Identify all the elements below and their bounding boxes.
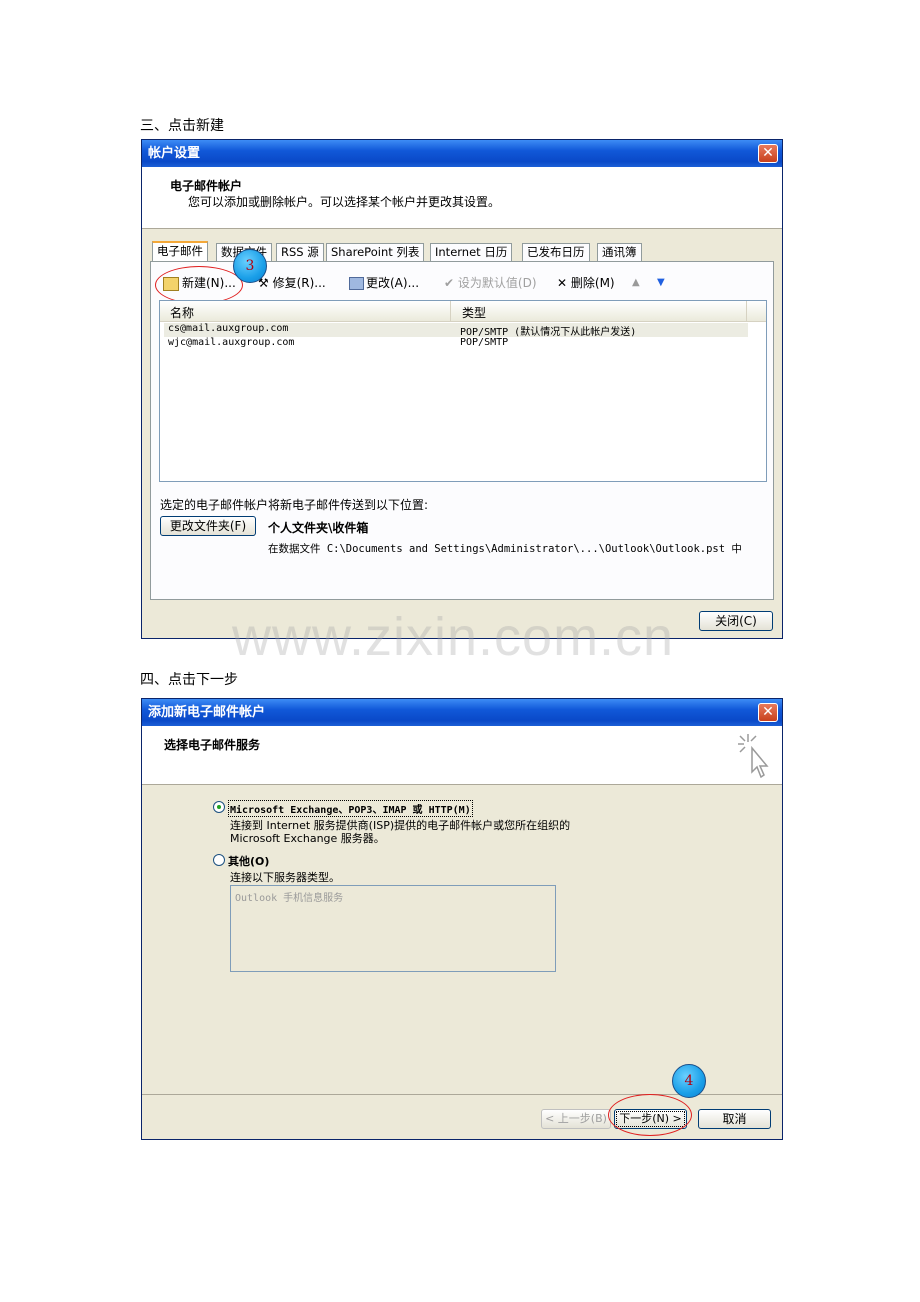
- option-exchange-desc-2: Microsoft Exchange 服务器。: [230, 832, 385, 845]
- option-exchange-radio[interactable]: [213, 801, 225, 813]
- table-row[interactable]: cs@mail.auxgroup.com POP/SMTP (默认情况下从此帐户…: [164, 323, 748, 338]
- section-heading-3: 三、点击新建: [140, 118, 224, 134]
- header-subtitle: 您可以添加或删除帐户。可以选择某个帐户并更改其设置。: [188, 195, 501, 209]
- tab-address-book[interactable]: 通讯簿: [597, 243, 642, 261]
- watermark: www.zixin.com.cn: [232, 607, 675, 667]
- account-type: POP/SMTP (默认情况下从此帐户发送): [460, 327, 637, 338]
- close-icon[interactable]: ✕: [758, 144, 778, 163]
- tab-sharepoint[interactable]: SharePoint 列表: [326, 243, 425, 261]
- column-type-header[interactable]: 类型: [462, 304, 486, 321]
- data-file-path: 在数据文件 C:\Documents and Settings\Administ…: [268, 543, 742, 555]
- list-item[interactable]: Outlook 手机信息服务: [235, 889, 343, 904]
- section-heading-4: 四、点击下一步: [140, 672, 238, 688]
- repair-button[interactable]: ⚒ 修复(R)...: [258, 274, 326, 291]
- back-button[interactable]: < 上一步(B): [541, 1109, 611, 1129]
- set-default-button[interactable]: ✔ 设为默认值(D): [444, 274, 537, 291]
- option-other-radio[interactable]: [213, 854, 225, 866]
- delete-x-icon: ✕: [557, 276, 568, 290]
- server-type-list[interactable]: Outlook 手机信息服务: [230, 885, 556, 972]
- option-other-label[interactable]: 其他(O): [228, 853, 269, 869]
- dialog-header: 电子邮件帐户 您可以添加或删除帐户。可以选择某个帐户并更改其设置。: [142, 167, 782, 229]
- account-type: POP/SMTP: [460, 337, 509, 348]
- tab-rss[interactable]: RSS 源: [276, 243, 324, 261]
- close-icon[interactable]: ✕: [758, 703, 778, 722]
- cursor-sparkle-icon: [738, 734, 769, 779]
- column-name-header[interactable]: 名称: [170, 304, 194, 321]
- change-account-icon: [349, 277, 364, 290]
- table-row[interactable]: wjc@mail.auxgroup.com POP/SMTP: [164, 337, 748, 351]
- change-button[interactable]: 更改(A)...: [349, 274, 419, 291]
- move-down-icon[interactable]: ▼: [657, 277, 665, 288]
- account-name: wjc@mail.auxgroup.com: [168, 337, 295, 348]
- highlight-oval: [608, 1094, 692, 1136]
- option-other-desc: 连接以下服务器类型。: [230, 871, 340, 884]
- tab-email[interactable]: 电子邮件: [152, 241, 208, 261]
- cancel-button[interactable]: 取消: [698, 1109, 771, 1129]
- dialog-title: 帐户设置: [142, 140, 782, 167]
- check-circle-icon: ✔: [444, 276, 455, 290]
- dialog-title: 添加新电子邮件帐户: [142, 699, 782, 726]
- folder-path: 个人文件夹\收件箱: [268, 521, 369, 535]
- move-up-icon[interactable]: ▲: [632, 277, 640, 288]
- tab-internet-calendar[interactable]: Internet 日历: [430, 243, 513, 261]
- delete-button[interactable]: ✕ 删除(M): [557, 274, 615, 291]
- close-button[interactable]: 关闭(C): [699, 611, 773, 631]
- step-3-badge: 3: [233, 249, 267, 283]
- account-name: cs@mail.auxgroup.com: [168, 323, 289, 334]
- header-title: 选择电子邮件服务: [164, 738, 261, 752]
- dialog-header: 选择电子邮件服务: [142, 726, 782, 785]
- change-folder-button[interactable]: 更改文件夹(F): [160, 516, 256, 536]
- step-4-badge: 4: [672, 1064, 706, 1098]
- header-title: 电子邮件帐户: [170, 179, 243, 193]
- deliver-location-text: 选定的电子邮件帐户将新电子邮件传送到以下位置:: [160, 498, 429, 512]
- account-list[interactable]: 名称 类型 cs@mail.auxgroup.com POP/SMTP (默认情…: [159, 300, 767, 482]
- option-exchange-label[interactable]: Microsoft Exchange、POP3、IMAP 或 HTTP(M): [228, 800, 473, 817]
- highlight-oval: [155, 266, 243, 304]
- tab-published-calendar[interactable]: 已发布日历: [522, 243, 590, 261]
